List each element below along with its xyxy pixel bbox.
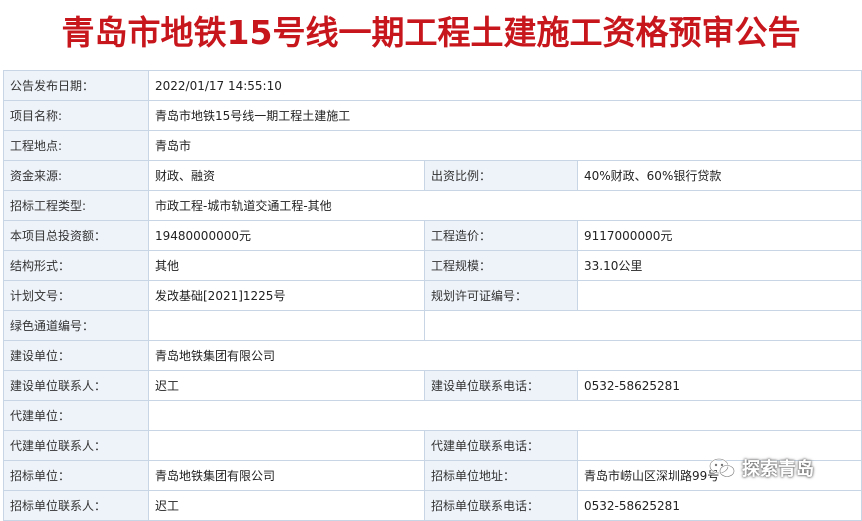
field-label: 建设单位联系人： — [3, 370, 149, 401]
field-label: 招标单位联系电话： — [424, 490, 578, 521]
field-label: 绿色通道编号： — [3, 310, 149, 341]
field-value: 2022/01/17 14:55:10 — [148, 70, 862, 101]
field-label: 代建单位联系电话： — [424, 430, 578, 461]
field-value: 40%财政、60%银行贷款 — [577, 160, 862, 191]
field-value: 青岛地铁集团有限公司 — [148, 460, 425, 491]
table-row: 招标单位联系人： 迟工 招标单位联系电话： 0532-58625281 — [3, 490, 862, 521]
field-value: 其他 — [148, 250, 425, 281]
field-label: 代建单位： — [3, 400, 149, 431]
wechat-icon — [708, 457, 736, 479]
field-value: 0532-58625281 — [577, 370, 862, 401]
table-row: 结构形式： 其他 工程规模： 33.10公里 — [3, 250, 862, 281]
field-value: 发改基础[2021]1225号 — [148, 280, 425, 311]
table-row: 公告发布日期： 2022/01/17 14:55:10 — [3, 70, 862, 101]
table-row: 建设单位联系人： 迟工 建设单位联系电话： 0532-58625281 — [3, 370, 862, 401]
field-label: 代建单位联系人： — [3, 430, 149, 461]
field-value: 青岛市 — [148, 130, 862, 161]
field-label: 工程造价： — [424, 220, 578, 251]
table-row: 工程地点: 青岛市 — [3, 130, 862, 161]
table-row: 建设单位： 青岛地铁集团有限公司 — [3, 340, 862, 371]
field-label: 招标单位： — [3, 460, 149, 491]
field-label: 规划许可证编号： — [424, 280, 578, 311]
field-value — [424, 310, 862, 341]
field-label: 公告发布日期： — [3, 70, 149, 101]
field-value — [148, 400, 862, 431]
field-value: 青岛市地铁15号线一期工程土建施工 — [148, 100, 862, 131]
table-row: 绿色通道编号： — [3, 310, 862, 341]
field-value: 9117000000元 — [577, 220, 862, 251]
field-value: 0532-58625281 — [577, 490, 862, 521]
field-value: 青岛地铁集团有限公司 — [148, 340, 862, 371]
field-label: 计划文号： — [3, 280, 149, 311]
field-value — [577, 280, 862, 311]
watermark-text: 探索青岛 — [742, 459, 814, 480]
field-label: 资金来源: — [3, 160, 149, 191]
field-label: 工程规模： — [424, 250, 578, 281]
table-row: 项目名称: 青岛市地铁15号线一期工程土建施工 — [3, 100, 862, 131]
field-label: 出资比例： — [424, 160, 578, 191]
field-value: 迟工 — [148, 490, 425, 521]
field-label: 招标单位地址： — [424, 460, 578, 491]
table-row: 计划文号： 发改基础[2021]1225号 规划许可证编号： — [3, 280, 862, 311]
table-row: 招标工程类型: 市政工程-城市轨道交通工程-其他 — [3, 190, 862, 221]
field-label: 工程地点: — [3, 130, 149, 161]
field-value — [148, 310, 425, 341]
field-label: 结构形式： — [3, 250, 149, 281]
field-value — [148, 430, 425, 461]
field-label: 建设单位联系电话： — [424, 370, 578, 401]
field-label: 本项目总投资额： — [3, 220, 149, 251]
field-value: 市政工程-城市轨道交通工程-其他 — [148, 190, 862, 221]
field-label: 招标单位联系人： — [3, 490, 149, 521]
field-value: 19480000000元 — [148, 220, 425, 251]
watermark: 探索青岛 — [708, 452, 858, 484]
field-value: 财政、融资 — [148, 160, 425, 191]
table-row: 本项目总投资额： 19480000000元 工程造价： 9117000000元 — [3, 220, 862, 251]
table-row: 代建单位： — [3, 400, 862, 431]
table-row: 资金来源: 财政、融资 出资比例： 40%财政、60%银行贷款 — [3, 160, 862, 191]
field-value: 33.10公里 — [577, 250, 862, 281]
field-label: 招标工程类型: — [3, 190, 149, 221]
field-label: 项目名称: — [3, 100, 149, 131]
page-title: 青岛市地铁15号线一期工程土建施工资格预审公告 — [61, 13, 801, 52]
field-value: 迟工 — [148, 370, 425, 401]
field-label: 建设单位： — [3, 340, 149, 371]
